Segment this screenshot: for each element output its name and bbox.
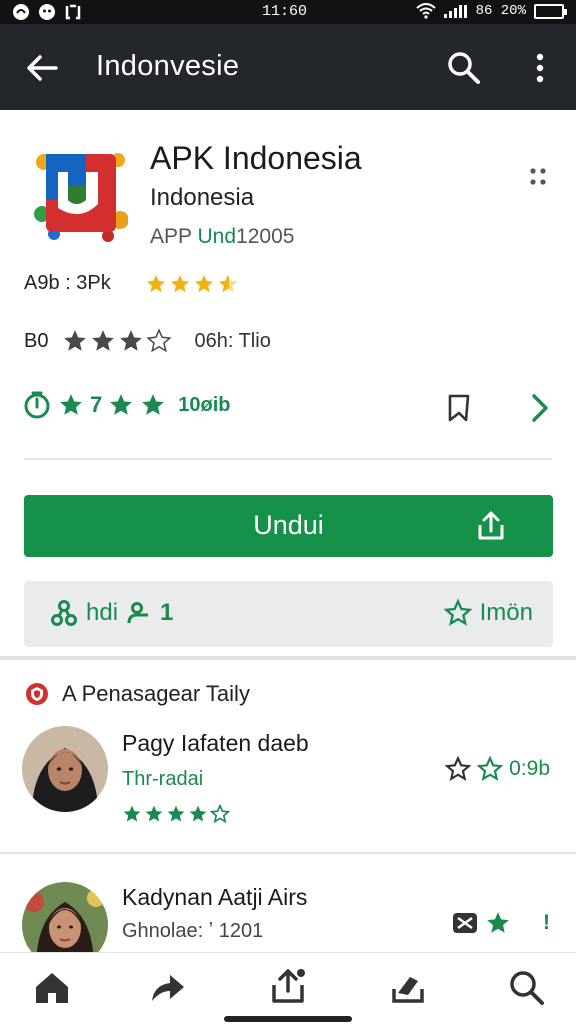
rating-label: A9b : 3Pk <box>24 272 111 294</box>
review-stars <box>122 804 230 824</box>
review-meta: Ghnolae: ʼ 1201 <box>122 920 264 942</box>
notification-icon <box>13 4 29 20</box>
search-icon[interactable] <box>506 967 546 1007</box>
star-green-icon <box>60 394 82 415</box>
rating-row2-sub: 06h: Tlio <box>194 329 271 352</box>
review-side[interactable]: ! <box>451 910 550 936</box>
home-icon[interactable] <box>32 967 72 1007</box>
download-button[interactable]: Undui <box>24 495 553 557</box>
battery-icon <box>534 3 567 19</box>
downloads-prefix: 7 <box>90 392 103 417</box>
app-meta-suffix: 12005 <box>236 225 295 248</box>
status-icons-left <box>12 3 82 21</box>
more-dots-icon[interactable] <box>528 166 548 188</box>
star-green-icon <box>123 805 141 822</box>
divider <box>0 852 576 854</box>
star-filled-icon <box>64 330 87 351</box>
rating-row-2: B0 06h: Tlio <box>24 328 271 354</box>
shield-icon <box>26 683 48 705</box>
stats-bar: hdi 1 Imön <box>24 581 553 647</box>
app-logo-icon[interactable] <box>32 142 128 242</box>
stats-left[interactable]: hdi 1 <box>50 599 173 627</box>
app-meta: APP Und12005 <box>150 225 294 249</box>
app-bar: Indonvesie <box>0 24 576 110</box>
star-outline-icon[interactable] <box>477 756 504 782</box>
review-subtitle: Thr-radai <box>122 768 204 790</box>
app-meta-accent: Und <box>197 225 237 248</box>
back-arrow-icon[interactable] <box>22 48 62 88</box>
ghost-icon <box>39 4 55 20</box>
star-green-icon <box>142 394 165 415</box>
rating-row2-label: B0 <box>24 329 49 352</box>
share-nodes-icon <box>51 600 77 626</box>
rating-stars <box>145 273 239 295</box>
bottom-navigation <box>0 952 576 1024</box>
stats-right-label: Imön <box>479 599 533 626</box>
star-filled-icon <box>92 330 115 351</box>
star-outline-icon <box>210 804 230 824</box>
rating-row: A9b : 3Pk <box>24 272 239 295</box>
save-tray-icon[interactable] <box>388 967 428 1007</box>
home-indicator <box>224 1016 352 1022</box>
battery-text: 86 20% <box>475 3 526 19</box>
app-developer[interactable]: Indonesia <box>150 184 254 212</box>
stats-left-count: 1 <box>160 599 174 626</box>
star-outline-icon <box>146 328 173 353</box>
upload-icon[interactable] <box>268 967 308 1007</box>
status-icons-right: 86 20% <box>415 3 567 19</box>
review-side[interactable]: 0:9b <box>445 756 550 782</box>
app-name: APK Indonesia <box>150 140 362 176</box>
search-icon[interactable] <box>444 48 484 88</box>
review-author: Pagy Iafaten daeb <box>122 730 309 756</box>
star-filled-icon <box>146 274 165 292</box>
star-green-icon <box>167 805 185 822</box>
status-time: 11:60 <box>262 3 308 20</box>
page-title: Indonvesie <box>96 50 240 82</box>
review-side-value: 0:9b <box>509 757 550 780</box>
chevron-right-icon[interactable] <box>528 392 552 424</box>
review-item[interactable]: Kadynan Aatji Airs Ghnolae: ʼ 1201 ! <box>22 882 562 968</box>
review-item[interactable]: Pagy Iafaten daeb Thr-radai 0:9b <box>22 726 562 836</box>
section-header: A Penasagear Taily <box>24 681 250 707</box>
section-divider <box>0 656 576 660</box>
star-green-icon[interactable] <box>485 910 511 936</box>
stats-right[interactable]: Imön <box>443 599 533 627</box>
timer-icon <box>24 391 50 419</box>
review-author: Kadynan Aatji Airs <box>122 884 308 910</box>
sync-icon <box>65 4 81 20</box>
star-green-icon <box>189 805 207 822</box>
star-half-icon <box>218 274 237 292</box>
star-green-icon <box>145 805 163 822</box>
review-side-mark: ! <box>543 911 550 934</box>
signal-icon <box>443 5 467 18</box>
divider <box>24 458 552 460</box>
section-title: A Penasagear Taily <box>62 681 250 706</box>
bookmark-icon[interactable] <box>444 392 474 424</box>
star-green-icon <box>110 394 133 415</box>
share-upload-icon <box>478 511 504 540</box>
star-outline-icon[interactable] <box>445 756 472 782</box>
downloads-row: 7 10øib <box>22 390 231 420</box>
star-filled-icon <box>170 274 189 292</box>
star-outline-icon <box>443 599 472 626</box>
app-meta-prefix: APP <box>150 225 192 248</box>
downloads-count: 10øib <box>178 393 231 416</box>
rating-row2-stars <box>62 328 173 354</box>
star-filled-icon <box>194 274 213 292</box>
person-icon <box>127 602 149 624</box>
stats-left-label: hdi <box>86 599 119 626</box>
image-broken-icon[interactable] <box>451 910 479 936</box>
wifi-icon <box>415 3 436 19</box>
more-vert-icon[interactable] <box>526 48 554 88</box>
forward-icon[interactable] <box>148 967 188 1007</box>
status-bar: 11:60 86 20% <box>0 0 576 24</box>
avatar <box>22 726 108 812</box>
star-filled-icon <box>120 330 143 351</box>
